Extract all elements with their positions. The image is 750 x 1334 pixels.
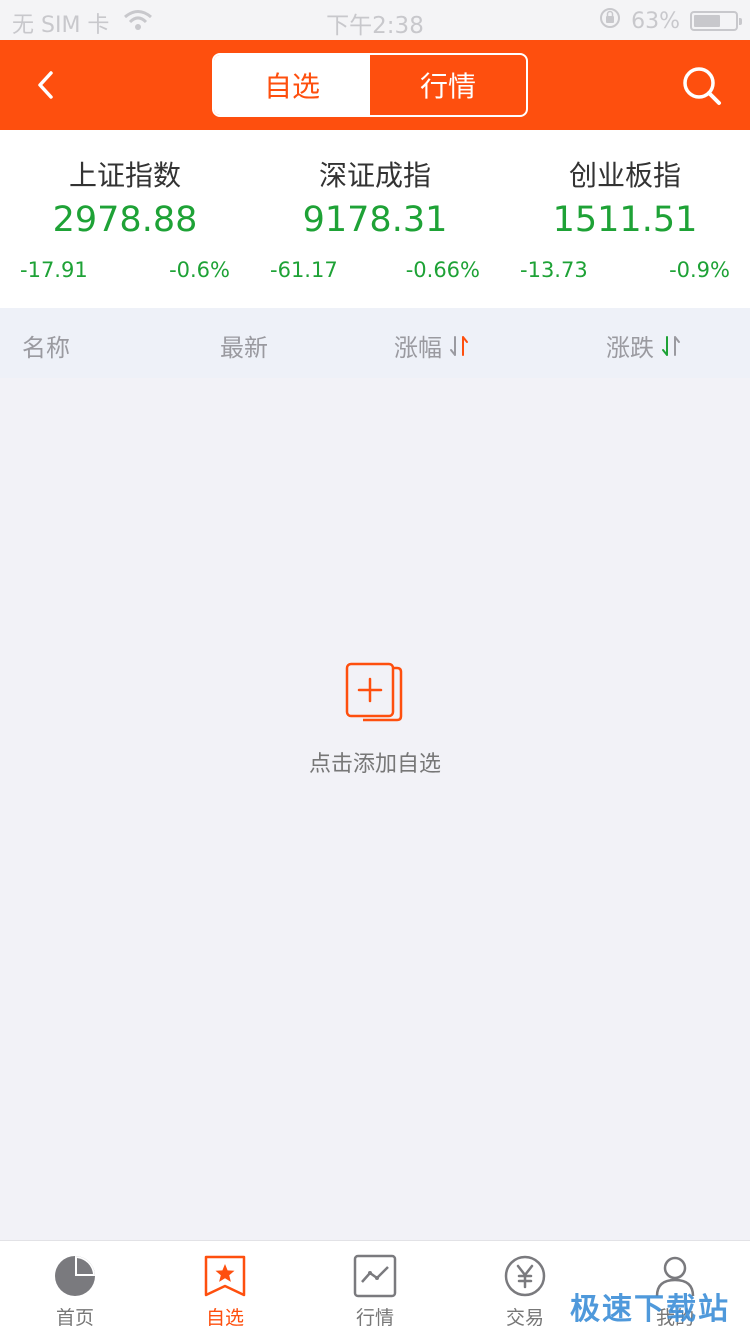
trade-yen-icon bbox=[504, 1255, 546, 1297]
add-stock-icon bbox=[345, 662, 403, 722]
index-change-pct: -0.66% bbox=[405, 258, 480, 282]
column-name: 名称 bbox=[22, 328, 70, 363]
index-change: -13.73 bbox=[520, 258, 588, 282]
index-card-shanghai[interactable]: 上证指数 2978.88 -17.91 -0.6% bbox=[0, 130, 250, 308]
watchlist-star-icon bbox=[204, 1255, 246, 1297]
tab-watchlist[interactable]: 自选 bbox=[214, 55, 370, 115]
back-button[interactable] bbox=[24, 62, 68, 108]
nav-bar: 自选 行情 bbox=[0, 40, 750, 130]
status-right: 63% bbox=[599, 7, 742, 35]
empty-state-text: 点击添加自选 bbox=[308, 752, 441, 777]
back-chevron-icon bbox=[38, 71, 53, 99]
index-name: 深证成指 bbox=[318, 159, 431, 192]
status-bar: 无 SIM 卡 下午2:38 63% bbox=[0, 0, 750, 40]
index-card-shenzhen[interactable]: 深证成指 9178.31 -61.17 -0.66% bbox=[250, 130, 500, 308]
search-icon bbox=[683, 67, 721, 105]
segmented-control: 自选 行情 bbox=[212, 53, 528, 117]
index-change: -17.91 bbox=[20, 258, 88, 282]
rotation-lock-icon bbox=[599, 7, 621, 35]
tab-label: 自选 bbox=[205, 1307, 244, 1329]
index-strip: 上证指数 2978.88 -17.91 -0.6% 深证成指 9178.31 -… bbox=[0, 130, 750, 308]
tab-label: 首页 bbox=[55, 1307, 94, 1329]
index-name: 创业板指 bbox=[568, 159, 681, 192]
index-value: 2978.88 bbox=[52, 200, 198, 240]
tab-market[interactable]: 行情 bbox=[370, 55, 526, 115]
battery-icon bbox=[690, 11, 742, 31]
column-latest: 最新 bbox=[220, 328, 268, 363]
watermark: 极速下载站 bbox=[570, 1292, 730, 1327]
list-column-header: 名称 最新 涨幅 涨跌 bbox=[0, 308, 750, 378]
market-chart-icon bbox=[353, 1254, 397, 1298]
column-name-label: 名称 bbox=[22, 334, 70, 362]
index-card-chinext[interactable]: 创业板指 1511.51 -13.73 -0.9% bbox=[500, 130, 750, 308]
tab-market-bottom[interactable]: 行情 bbox=[300, 1241, 450, 1334]
sort-icon bbox=[450, 335, 468, 356]
index-change-pct: -0.9% bbox=[669, 258, 730, 282]
home-pie-icon bbox=[55, 1256, 95, 1296]
tab-home[interactable]: 首页 bbox=[0, 1241, 150, 1334]
column-change-amount-label: 涨跌 bbox=[606, 334, 654, 362]
battery-percent: 63% bbox=[631, 8, 680, 34]
index-value: 1511.51 bbox=[552, 200, 698, 240]
index-value: 9178.31 bbox=[302, 200, 448, 240]
column-change-pct-label: 涨幅 bbox=[394, 334, 442, 362]
index-change-pct: -0.6% bbox=[169, 258, 230, 282]
index-change: -61.17 bbox=[270, 258, 338, 282]
add-watchlist-button[interactable]: 点击添加自选 bbox=[0, 660, 750, 778]
index-name: 上证指数 bbox=[68, 159, 181, 192]
column-change-amount[interactable]: 涨跌 bbox=[606, 328, 682, 363]
search-button[interactable] bbox=[678, 62, 726, 110]
tab-label: 行情 bbox=[355, 1307, 394, 1329]
column-change-pct[interactable]: 涨幅 bbox=[394, 328, 470, 363]
sort-icon bbox=[662, 335, 680, 356]
column-latest-label: 最新 bbox=[220, 334, 268, 362]
tab-watchlist-bottom[interactable]: 自选 bbox=[150, 1241, 300, 1334]
